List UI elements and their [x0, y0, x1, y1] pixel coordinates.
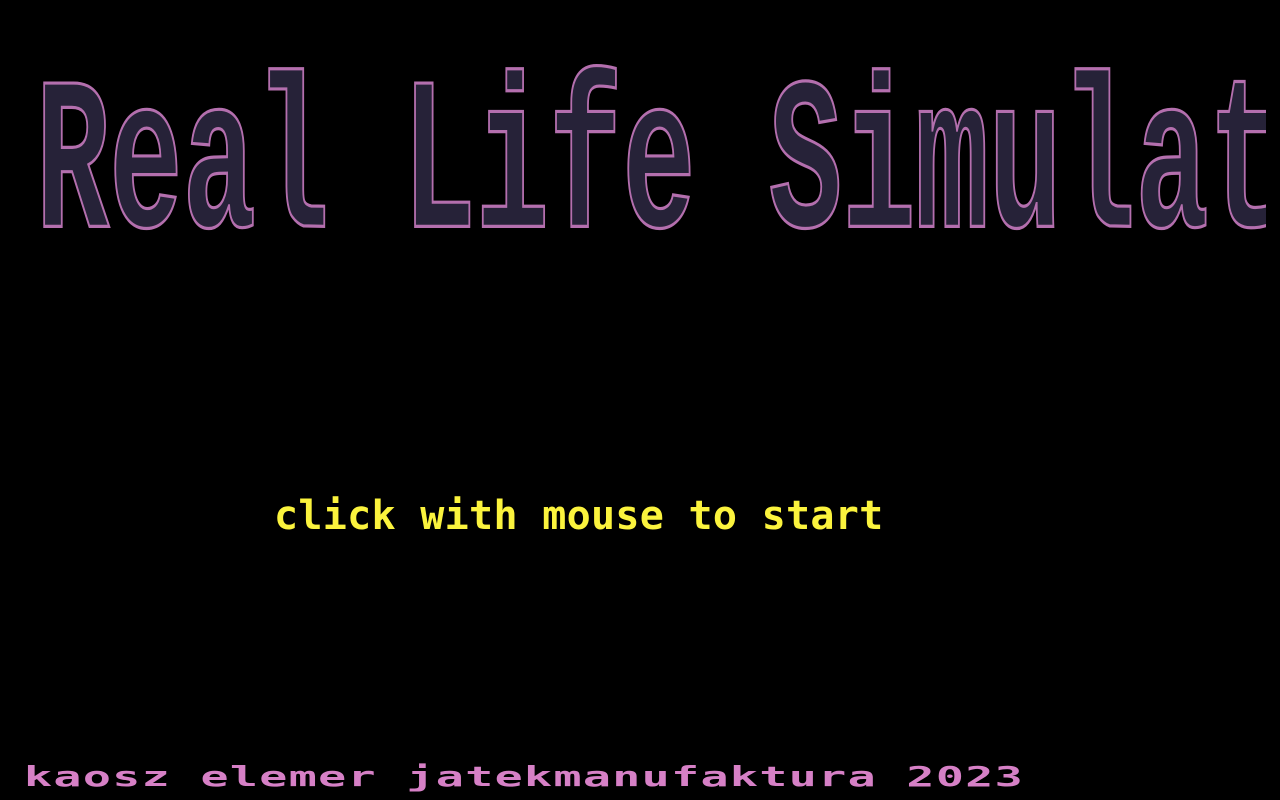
credits-text: kaosz elemer jatekmanufaktura 2023: [24, 762, 1025, 794]
click-to-start-prompt[interactable]: click with mouse to start: [274, 491, 884, 541]
title-screen[interactable]: Real Life Simulator click with mouse to …: [0, 0, 1280, 800]
game-title-container: Real Life Simulator: [36, 60, 1266, 282]
game-title: Real Life Simulator: [36, 60, 1266, 282]
credits-container: kaosz elemer jatekmanufaktura 2023: [24, 762, 1268, 798]
